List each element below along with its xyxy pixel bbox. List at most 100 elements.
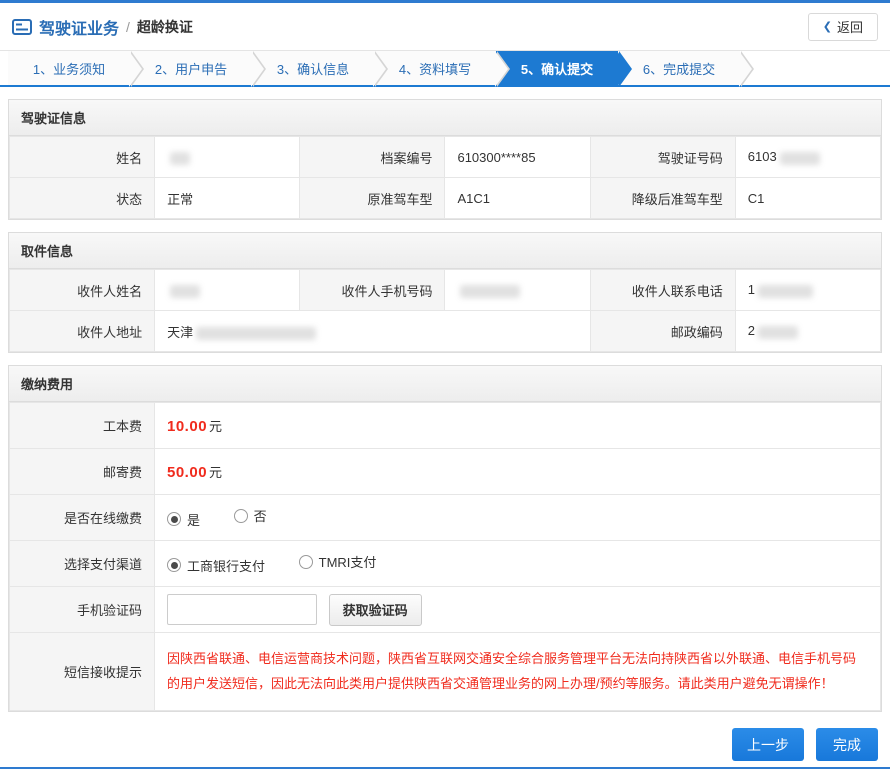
downgraded-class-label: 降级后准驾车型 (589, 177, 736, 219)
back-button[interactable]: ❮ 返回 (807, 12, 878, 41)
name-value (154, 136, 301, 178)
radio-checked-icon (167, 512, 181, 527)
license-no-prefix: 6103 (747, 149, 777, 165)
table-row: 短信接收提示 因陕西省联通、电信运营商技术问题，陕西省互联网交通安全综合服务管理… (9, 632, 881, 711)
table-row: 收件人地址 天津 邮政编码 2 (8, 310, 882, 352)
orig-class-label: 原准驾车型 (299, 177, 446, 219)
postage-fee-amount: 50.00 (167, 464, 208, 481)
recipient-phone-value (444, 269, 591, 311)
work-fee-value: 10.00 元 (154, 402, 881, 449)
table-row: 工本费 10.00 元 (9, 402, 881, 449)
finish-button[interactable]: 完成 (816, 728, 878, 761)
sms-tip-label: 短信接收提示 (9, 632, 155, 711)
orig-class-value: A1C1 (444, 177, 591, 219)
downgraded-class-value: C1 (734, 177, 882, 219)
file-no-label: 档案编号 (299, 136, 446, 178)
page-header: 驾驶证业务 / 超龄换证 ❮ 返回 (0, 3, 890, 51)
sms-tip-text: 因陕西省联通、电信运营商技术问题，陕西省互联网交通安全综合服务管理平台无法向持陕… (154, 632, 881, 711)
table-row: 状态 正常 原准驾车型 A1C1 降级后准驾车型 C1 (8, 177, 882, 219)
title-separator: / (126, 18, 130, 35)
section-title: 取件信息 (9, 233, 881, 269)
step-label: 1、业务须知 (32, 61, 106, 77)
online-pay-options: 是 否 (154, 494, 881, 541)
section-pickup-info: 取件信息 收件人姓名 收件人手机号码 收件人联系电话 1 收件人地址 天津 邮政… (8, 232, 882, 353)
radio-label: 工商银行支付 (187, 558, 266, 574)
work-fee-label: 工本费 (9, 402, 155, 449)
fees-table: 工本费 10.00 元 邮寄费 50.00 元 是否在线缴费 是 否 选择支付渠… (9, 402, 881, 711)
name-label: 姓名 (8, 136, 156, 178)
license-info-table: 姓名 档案编号 610300****85 驾驶证号码 6103 状态 正常 原准… (8, 136, 882, 219)
step-6-complete[interactable]: 6、完成提交 (618, 51, 754, 87)
step-4-fill-data[interactable]: 4、资料填写 (374, 51, 510, 87)
pickup-info-table: 收件人姓名 收件人手机号码 收件人联系电话 1 收件人地址 天津 邮政编码 2 (8, 269, 882, 352)
radio-unchecked-icon (233, 508, 248, 523)
radio-checked-icon (167, 558, 181, 573)
postcode-value: 2 (734, 310, 882, 352)
title-area: 驾驶证业务 / 超龄换证 (12, 15, 193, 39)
postcode-prefix: 2 (747, 323, 756, 339)
step-label: 2、用户申告 (154, 61, 228, 77)
redacted-value (170, 151, 191, 165)
back-chevron-icon: ❮ (822, 21, 832, 33)
redacted-value (196, 326, 317, 340)
redacted-value (758, 325, 799, 339)
table-row: 姓名 档案编号 610300****85 驾驶证号码 6103 (8, 136, 882, 178)
radio-label: 否 (253, 509, 267, 525)
table-row: 邮寄费 50.00 元 (9, 448, 881, 495)
license-service-icon (12, 18, 32, 35)
section-license-info: 驾驶证信息 姓名 档案编号 610300****85 驾驶证号码 6103 状态… (8, 99, 882, 220)
section-title: 驾驶证信息 (9, 100, 881, 136)
radio-online-pay-yes[interactable]: 是 (167, 510, 200, 529)
footer-actions: 上一步 完成 (0, 712, 890, 761)
section-title: 缴纳费用 (9, 366, 881, 402)
recipient-tel-label: 收件人联系电话 (589, 269, 736, 311)
license-no-label: 驾驶证号码 (589, 136, 736, 178)
radio-unchecked-icon (298, 554, 313, 569)
radio-channel-icbc[interactable]: 工商银行支付 (167, 556, 265, 575)
sms-code-input[interactable] (167, 594, 317, 625)
postage-fee-label: 邮寄费 (9, 448, 155, 495)
fee-unit: 元 (209, 465, 223, 480)
recipient-name-value (154, 269, 301, 311)
address-label: 收件人地址 (8, 310, 156, 352)
step-label: 4、资料填写 (398, 61, 472, 77)
step-1-notice[interactable]: 1、业务须知 (8, 51, 144, 87)
page: 驾驶证业务 / 超龄换证 ❮ 返回 1、业务须知 2、用户申告 3、确认信息 4… (0, 0, 890, 769)
redacted-value (758, 284, 814, 298)
status-value: 正常 (154, 177, 301, 219)
redacted-value (779, 151, 820, 165)
postage-fee-value: 50.00 元 (154, 448, 881, 495)
page-subtitle: 超龄换证 (136, 18, 193, 35)
status-label: 状态 (8, 177, 156, 219)
sms-code-field: 获取验证码 (154, 586, 881, 633)
sms-code-label: 手机验证码 (9, 586, 155, 633)
section-fees: 缴纳费用 工本费 10.00 元 邮寄费 50.00 元 是否在线缴费 是 否 … (8, 365, 882, 712)
step-3-confirm-info[interactable]: 3、确认信息 (252, 51, 388, 87)
table-row: 收件人姓名 收件人手机号码 收件人联系电话 1 (8, 269, 882, 311)
redacted-value (170, 284, 201, 298)
previous-step-button[interactable]: 上一步 (732, 728, 804, 761)
online-pay-label: 是否在线缴费 (9, 494, 155, 541)
pay-channel-options: 工商银行支付 TMRI支付 (154, 540, 881, 587)
work-fee-amount: 10.00 (167, 418, 208, 435)
address-prefix: 天津 (167, 324, 194, 340)
step-label: 3、确认信息 (276, 61, 350, 77)
radio-online-pay-no[interactable]: 否 (233, 506, 267, 525)
address-value: 天津 (154, 310, 591, 352)
radio-channel-tmri[interactable]: TMRI支付 (298, 552, 376, 571)
get-sms-code-button[interactable]: 获取验证码 (328, 593, 422, 626)
recipient-tel-prefix: 1 (747, 282, 756, 298)
recipient-name-label: 收件人姓名 (8, 269, 156, 311)
radio-label: 是 (187, 512, 201, 528)
pay-channel-label: 选择支付渠道 (9, 540, 155, 587)
postcode-label: 邮政编码 (589, 310, 736, 352)
step-label: 5、确认提交 (520, 61, 594, 77)
table-row: 手机验证码 获取验证码 (9, 586, 881, 633)
step-5-confirm-submit[interactable]: 5、确认提交 (496, 51, 632, 87)
page-title: 驾驶证业务 (39, 20, 120, 38)
file-no-value: 610300****85 (444, 136, 591, 178)
license-no-value: 6103 (734, 136, 882, 178)
step-2-declaration[interactable]: 2、用户申告 (130, 51, 266, 87)
redacted-value (460, 284, 521, 298)
fee-unit: 元 (209, 419, 223, 434)
